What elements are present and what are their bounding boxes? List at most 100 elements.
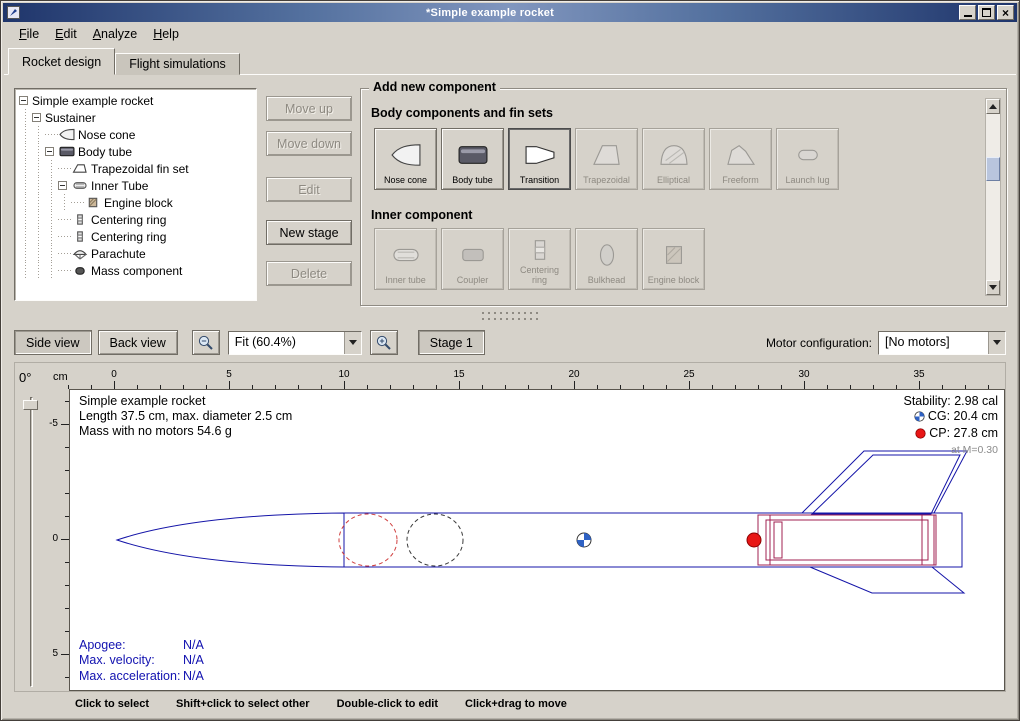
title-bar[interactable]: *Simple example rocket ×: [3, 3, 1017, 22]
component-button-label: Centering ring: [514, 266, 566, 285]
rotation-value: 0°: [19, 370, 31, 385]
component-tree: Simple example rocket Sustainer Nose cone B…: [14, 88, 257, 301]
component-button-elliptical: Elliptical: [642, 128, 705, 190]
tree-expander[interactable]: [19, 96, 28, 105]
component-scrollbar[interactable]: [985, 98, 1001, 296]
menu-help[interactable]: Help: [146, 24, 186, 44]
flight-data-value: N/A: [183, 669, 204, 683]
minimize-button[interactable]: [959, 5, 976, 20]
scroll-down-button[interactable]: [986, 280, 1000, 295]
tree-guide: [32, 194, 45, 211]
tree-item-centering-ring[interactable]: Centering ring: [15, 228, 256, 245]
delete-button: Delete: [266, 261, 352, 286]
app-icon[interactable]: [6, 5, 21, 20]
status-bar: Click to selectShift+click to select oth…: [14, 695, 1006, 713]
tree-expander[interactable]: [58, 181, 67, 190]
component-button-centering-ring: Centering ring: [508, 228, 571, 290]
menu-edit[interactable]: Edit: [48, 24, 84, 44]
zoom-out-button[interactable]: [192, 330, 220, 355]
tree-item-mass-component[interactable]: Mass component: [15, 262, 256, 279]
zoom-in-button[interactable]: [370, 330, 398, 355]
stage-1-toggle[interactable]: Stage 1: [418, 330, 485, 355]
tree-guide: [32, 143, 45, 160]
component-button-transition[interactable]: Transition: [508, 128, 571, 190]
component-button-label: Inner tube: [385, 276, 426, 286]
menu-bar: FileEditAnalyzeHelp: [4, 22, 1016, 45]
inner-tube-icon: [71, 179, 89, 192]
engine-block-icon: [84, 196, 102, 209]
mach-note: at M=0.30: [904, 443, 999, 458]
design-canvas[interactable]: Simple example rocket Length 37.5 cm, ma…: [69, 389, 1005, 691]
zoom-select-value: Fit (60.4%): [229, 332, 344, 354]
stability-info: Stability: 2.98 cal CG: 20.4 cm CP: 27.8…: [904, 394, 999, 458]
arrow-up-icon: [989, 104, 997, 109]
tree-item-simple-example-rocket[interactable]: Simple example rocket: [15, 92, 256, 109]
component-button-body-tube[interactable]: Body tube: [441, 128, 504, 190]
move-up-button: Move up: [266, 96, 352, 121]
tree-item-nose-cone[interactable]: Nose cone: [15, 126, 256, 143]
ruler-unit-label: cm: [53, 371, 68, 383]
component-button-coupler: Coupler: [441, 228, 504, 290]
tree-item-centering-ring[interactable]: Centering ring: [15, 211, 256, 228]
rocket-view-panel: 0° cm 05101520253035 -505: [14, 362, 1006, 692]
back-view-button[interactable]: Back view: [98, 330, 178, 355]
ruler-tick: [229, 381, 230, 389]
tree-guide: [45, 262, 58, 279]
component-row: Nose coneBody tubeTransition Trapezoidal E…: [374, 128, 839, 190]
tree-item-label: Body tube: [78, 145, 132, 159]
minimize-icon: [964, 15, 972, 17]
flight-data-label: Apogee:: [79, 638, 183, 654]
tree-item-sustainer[interactable]: Sustainer: [15, 109, 256, 126]
inner-components-outline: [758, 515, 936, 565]
motor-config-select[interactable]: [No motors]: [878, 331, 1006, 355]
tree-item-inner-tube[interactable]: Inner Tube: [15, 177, 256, 194]
component-button-label: Trapezoidal: [583, 176, 630, 186]
new-stage-button[interactable]: New stage: [266, 220, 352, 245]
tree-item-label: Nose cone: [78, 128, 135, 142]
tree-item-parachute[interactable]: Parachute: [15, 245, 256, 262]
tree-expander[interactable]: [32, 113, 41, 122]
component-button-nose-cone[interactable]: Nose cone: [374, 128, 437, 190]
tree-guide: [19, 177, 32, 194]
scrollbar-thumb[interactable]: [986, 157, 1000, 181]
tree-guide: [19, 126, 32, 143]
scroll-up-button[interactable]: [986, 99, 1000, 114]
tab-rocket-design[interactable]: Rocket design: [8, 48, 115, 75]
tab-flight-simulations[interactable]: Flight simulations: [115, 53, 240, 75]
ruler-tick: [689, 381, 690, 389]
dropdown-arrow-icon[interactable]: [988, 332, 1005, 354]
zoom-in-icon: [375, 334, 392, 351]
side-view-button[interactable]: Side view: [14, 330, 92, 355]
tree-item-label: Parachute: [91, 247, 146, 261]
tree-guide: [19, 228, 32, 245]
tree-expander[interactable]: [45, 147, 54, 156]
add-component-panel: Add new component Body components and fi…: [360, 88, 1007, 306]
tree-item-label: Sustainer: [45, 111, 96, 125]
tree-guide: [32, 211, 45, 228]
flight-data-row: Max. acceleration:N/A: [79, 669, 204, 685]
component-button-label: Freeform: [722, 176, 759, 186]
tree-item-trapezoidal-fin-set[interactable]: Trapezoidal fin set: [15, 160, 256, 177]
ruler-tick: [804, 381, 805, 389]
menu-analyze[interactable]: Analyze: [86, 24, 144, 44]
tree-item-label: Centering ring: [91, 213, 166, 227]
close-icon: ×: [1002, 7, 1009, 19]
transition-icon: [523, 134, 557, 176]
menu-file[interactable]: File: [12, 24, 46, 44]
splitter-handle[interactable]: [0, 307, 1020, 325]
dropdown-arrow-icon[interactable]: [344, 332, 361, 354]
rocket-name: Simple example rocket: [79, 394, 292, 409]
move-down-button: Move down: [266, 131, 352, 156]
maximize-button[interactable]: [978, 5, 995, 20]
tree-item-engine-block[interactable]: Engine block: [15, 194, 256, 211]
zoom-out-icon: [197, 334, 214, 351]
ruler-label: 0: [52, 533, 58, 544]
close-button[interactable]: ×: [997, 5, 1014, 20]
body-tube-icon: [58, 145, 76, 158]
zoom-select[interactable]: Fit (60.4%): [228, 331, 362, 355]
component-button-engine-block: Engine block: [642, 228, 705, 290]
ruler-tick: [344, 381, 345, 389]
view-toolbar: Side view Back view Fit (60.4%) Stage 1 …: [14, 329, 1006, 356]
fin-freeform-icon: [724, 134, 758, 176]
tree-item-body-tube[interactable]: Body tube: [15, 143, 256, 160]
